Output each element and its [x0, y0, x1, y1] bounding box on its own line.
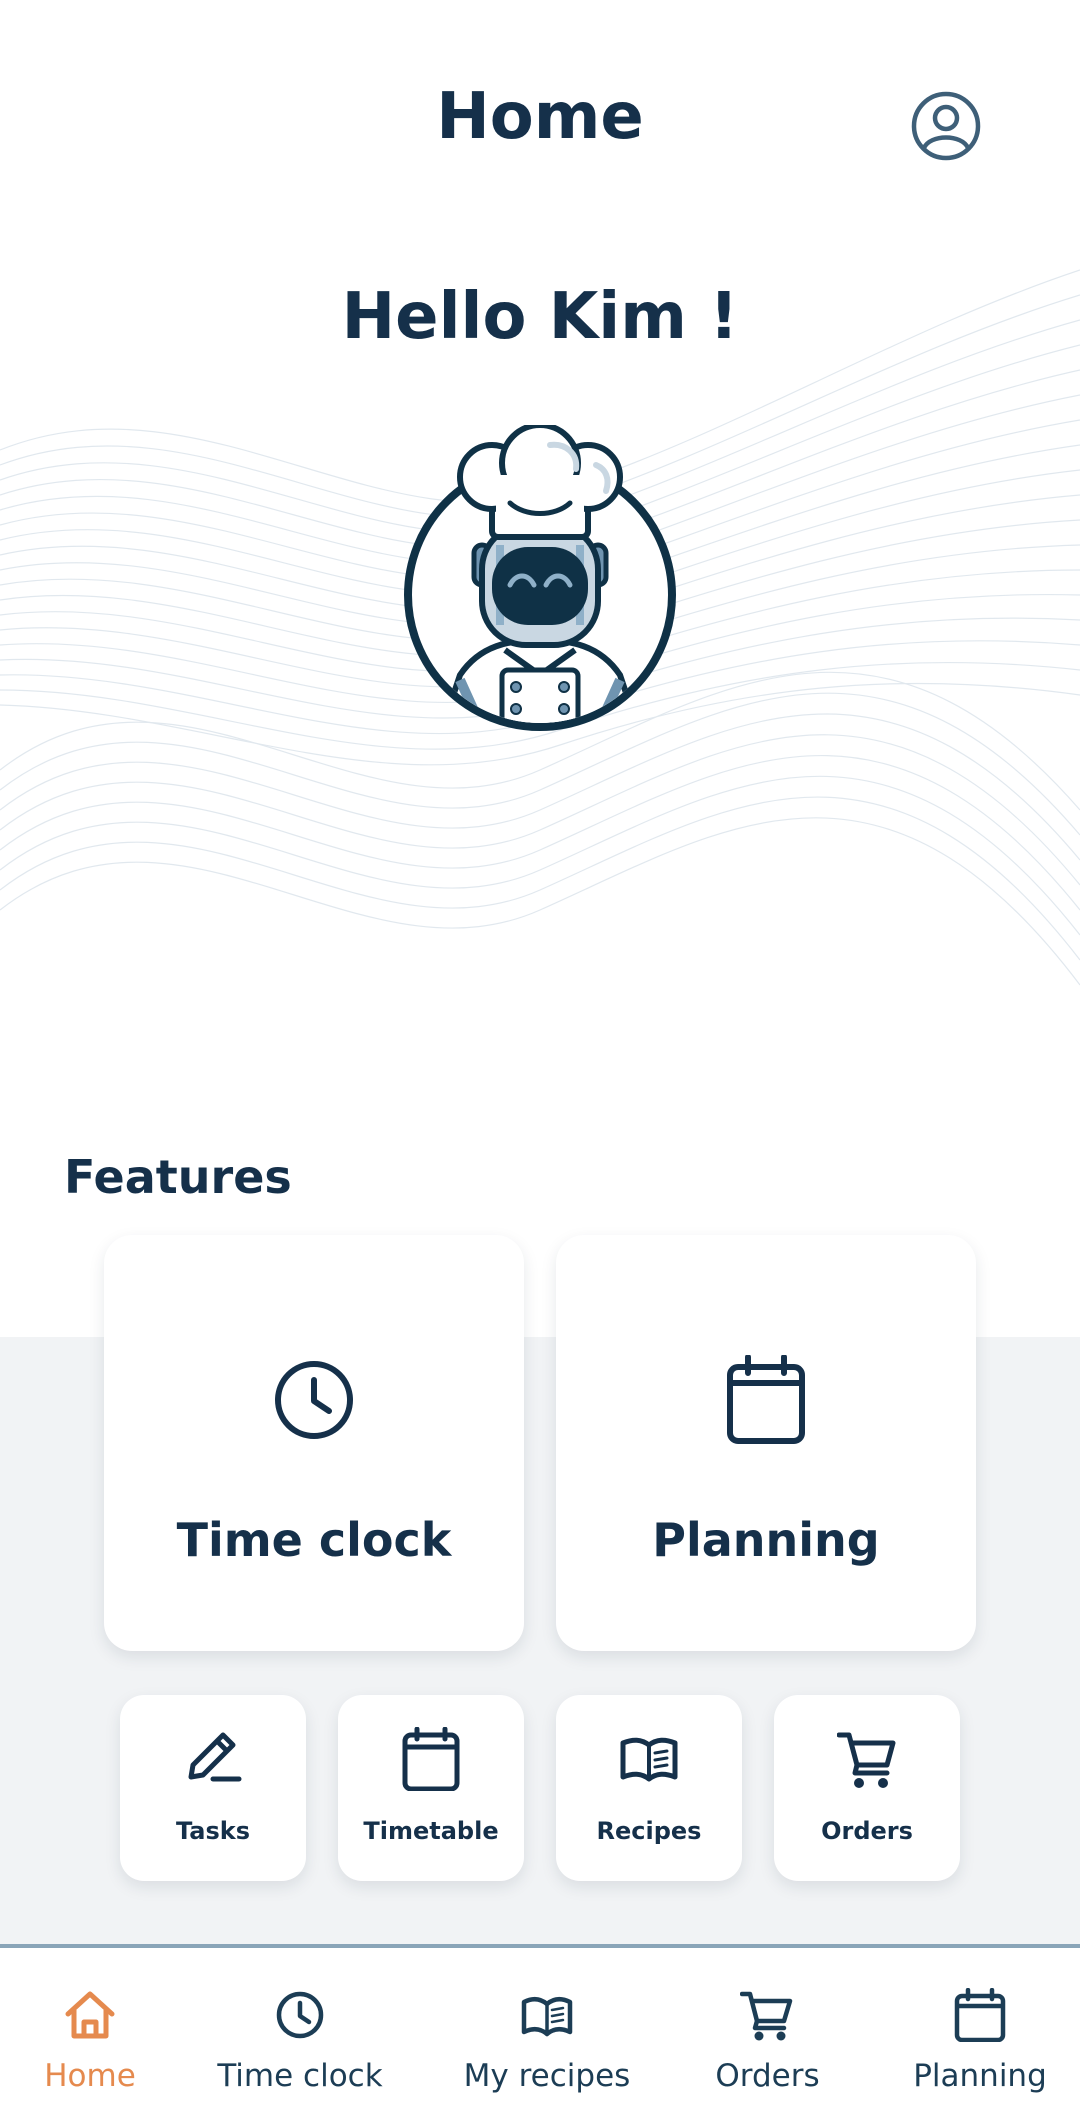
tasks-card-label: Tasks	[175, 1817, 250, 1845]
time-clock-card-label: Time clock	[176, 1513, 452, 1567]
clock-icon	[274, 1355, 354, 1445]
greeting-text: Hello Kim !	[341, 280, 739, 354]
nav-item-planning[interactable]: Planning	[880, 1948, 1080, 2111]
book-icon	[521, 1997, 573, 2037]
recipes-card[interactable]: Recipes	[556, 1695, 742, 1881]
timetable-card-label: Timetable	[363, 1817, 499, 1845]
bottom-navigation: Home Time clock My recipes Orders Planni…	[0, 1944, 1080, 2111]
home-icon	[65, 1991, 115, 2039]
nav-item-my-recipes[interactable]: My recipes	[440, 1948, 654, 2111]
nav-item-home[interactable]: Home	[0, 1948, 180, 2111]
planning-card-label: Planning	[652, 1513, 880, 1567]
calendar-icon	[401, 1726, 461, 1792]
recipes-card-label: Recipes	[596, 1817, 702, 1845]
greeting-container: Hello Kim !	[0, 280, 1080, 370]
account-circle-icon	[911, 91, 981, 161]
nav-item-time-clock[interactable]: Time clock	[200, 1948, 400, 2111]
calendar-icon	[726, 1354, 806, 1445]
orders-card-label: Orders	[821, 1817, 913, 1845]
cart-icon	[740, 1991, 793, 2041]
nav-label-time-clock: Time clock	[217, 2058, 383, 2094]
nav-label-home: Home	[44, 2058, 136, 2094]
profile-button[interactable]	[908, 88, 984, 164]
time-clock-card[interactable]: Time clock	[104, 1235, 524, 1651]
tasks-card[interactable]: Tasks	[120, 1695, 306, 1881]
book-icon	[619, 1727, 679, 1791]
nav-label-my-recipes: My recipes	[463, 2058, 631, 2094]
clock-icon	[276, 1991, 324, 2039]
calendar-icon	[954, 1988, 1006, 2042]
nav-label-planning: Planning	[913, 2058, 1047, 2094]
features-heading: Features	[64, 1150, 292, 1204]
nav-label-orders: Orders	[715, 2058, 820, 2094]
orders-card[interactable]: Orders	[774, 1695, 960, 1881]
robot-chef-avatar	[400, 422, 680, 735]
timetable-card[interactable]: Timetable	[338, 1695, 524, 1881]
pencil-icon	[183, 1727, 243, 1791]
nav-item-orders[interactable]: Orders	[690, 1948, 845, 2111]
header: Home	[0, 0, 1080, 250]
planning-card[interactable]: Planning	[556, 1235, 976, 1651]
cart-icon	[836, 1727, 897, 1791]
greeting-heading: Hello Kim !	[341, 280, 739, 370]
